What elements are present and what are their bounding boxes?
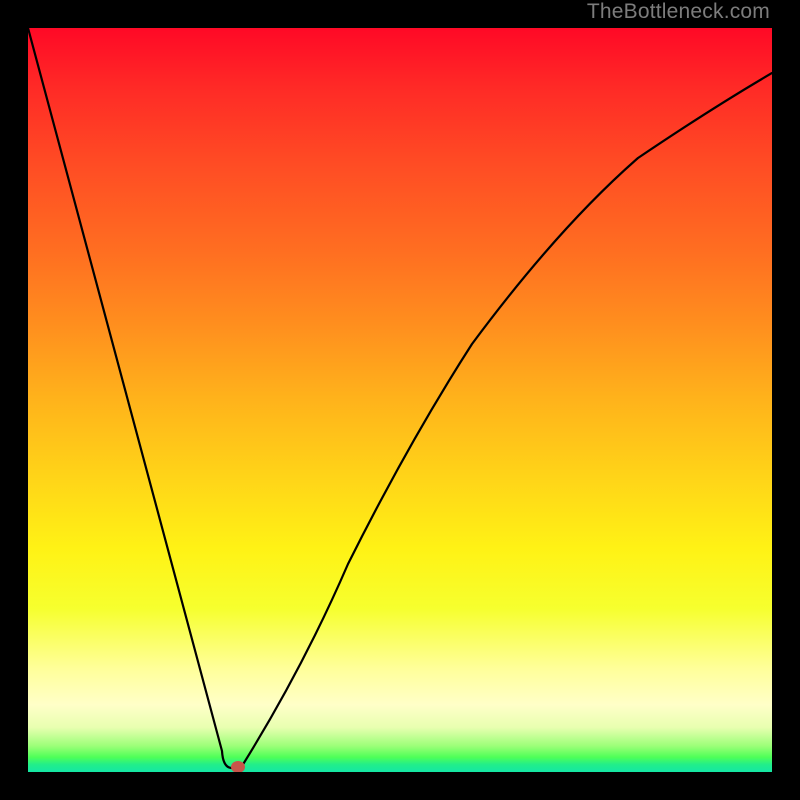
marker-layer [28,28,772,772]
chart-frame: TheBottleneck.com [0,0,800,800]
plot-area [28,28,772,772]
watermark-text: TheBottleneck.com [587,0,770,24]
minimum-marker [231,761,245,772]
